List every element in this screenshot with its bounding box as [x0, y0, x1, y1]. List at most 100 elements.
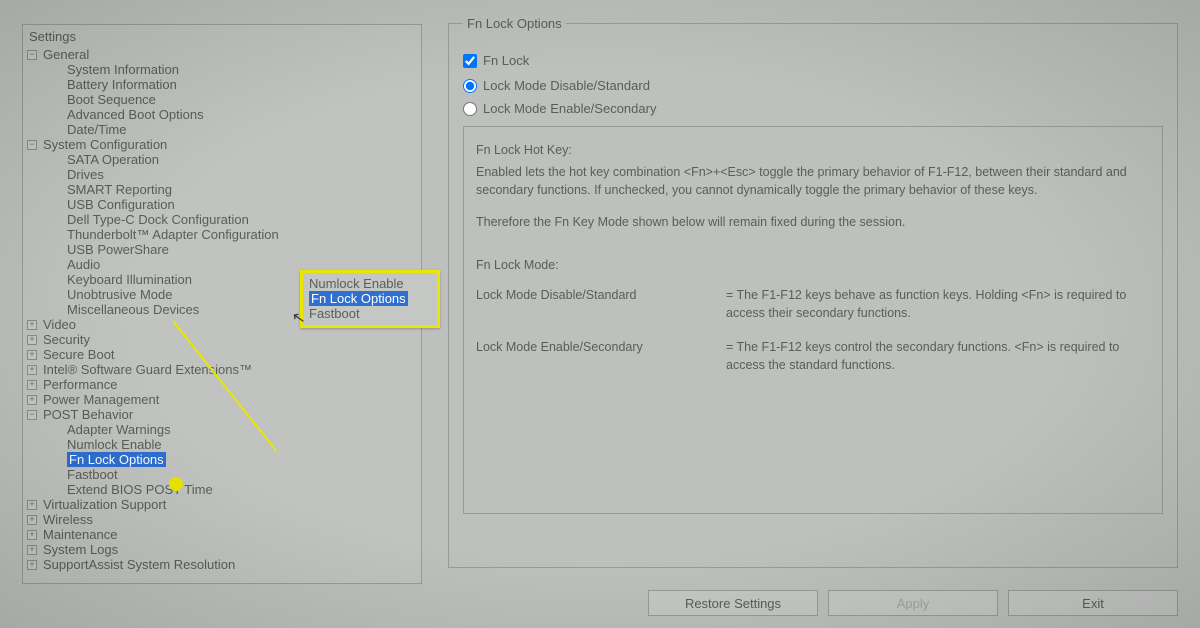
- tree-item-label: Fastboot: [67, 467, 118, 482]
- tree-category-label: Performance: [41, 377, 117, 392]
- tree-item[interactable]: Numlock Enable: [23, 437, 421, 452]
- expand-icon[interactable]: +: [27, 530, 37, 540]
- mode2-name: Lock Mode Enable/Secondary: [476, 338, 716, 374]
- tree-item-label: Advanced Boot Options: [67, 107, 204, 122]
- fn-lock-options-fieldset: Fn Lock Options Fn Lock Lock Mode Disabl…: [448, 16, 1178, 568]
- tree-item-label: Dell Type-C Dock Configuration: [67, 212, 249, 227]
- restore-settings-button[interactable]: Restore Settings: [648, 590, 818, 616]
- tree-category[interactable]: + Virtualization Support: [23, 497, 421, 512]
- fn-lock-checkbox[interactable]: [463, 54, 477, 68]
- tree-item-label: Date/Time: [67, 122, 126, 137]
- expand-icon[interactable]: +: [27, 365, 37, 375]
- collapse-icon[interactable]: −: [27, 410, 37, 420]
- tree-item[interactable]: Dell Type-C Dock Configuration: [23, 212, 421, 227]
- mode1-name: Lock Mode Disable/Standard: [476, 286, 716, 322]
- tree-category[interactable]: +Intel® Software Guard Extensions™: [23, 362, 421, 377]
- tree-item-label: Thunderbolt™ Adapter Configuration: [67, 227, 279, 242]
- expand-icon[interactable]: +: [27, 395, 37, 405]
- apply-button[interactable]: Apply: [828, 590, 998, 616]
- tree-category[interactable]: −POST Behavior: [23, 407, 421, 422]
- tree-item-label: Adapter Warnings: [67, 422, 171, 437]
- tree-item[interactable]: Advanced Boot Options: [23, 107, 421, 122]
- collapse-icon[interactable]: −: [27, 50, 37, 60]
- lock-mode-disable-radio-row[interactable]: Lock Mode Disable/Standard: [463, 78, 1163, 93]
- annotation-dot: [169, 477, 183, 491]
- fn-lock-checkbox-row[interactable]: Fn Lock: [463, 53, 1163, 68]
- tree-item-label: Miscellaneous Devices: [67, 302, 199, 317]
- tree-item-label: Battery Information: [67, 77, 177, 92]
- tree-item-label: SMART Reporting: [67, 182, 172, 197]
- tree-item[interactable]: SMART Reporting: [23, 182, 421, 197]
- tree-item-label: Drives: [67, 167, 104, 182]
- expand-icon[interactable]: +: [27, 335, 37, 345]
- tree-category[interactable]: + Power Management: [23, 392, 421, 407]
- tree-item-label: Extend BIOS POST Time: [67, 482, 213, 497]
- tree-category-label: Secure Boot: [41, 347, 115, 362]
- tree-item-label: Keyboard Illumination: [67, 272, 192, 287]
- tree-category[interactable]: + Secure Boot: [23, 347, 421, 362]
- description-box: Fn Lock Hot Key: Enabled lets the hot ke…: [463, 126, 1163, 514]
- expand-icon[interactable]: +: [27, 350, 37, 360]
- tree-item-label: System Information: [67, 62, 179, 77]
- button-bar: Restore Settings Apply Exit: [448, 590, 1178, 616]
- tree-category-label: Power Management: [41, 392, 159, 407]
- collapse-icon[interactable]: −: [27, 140, 37, 150]
- tree-category-label: SupportAssist System Resolution: [41, 557, 235, 572]
- expand-icon[interactable]: +: [27, 515, 37, 525]
- tree-category-label: Virtualization Support: [41, 497, 166, 512]
- lock-mode-enable-radio[interactable]: [463, 102, 477, 116]
- tree-category[interactable]: + System Logs: [23, 542, 421, 557]
- tree-category[interactable]: −System Configuration: [23, 137, 421, 152]
- tree-title: Settings: [23, 27, 421, 47]
- tree-category[interactable]: + Maintenance: [23, 527, 421, 542]
- tree-item[interactable]: Fn Lock Options: [23, 452, 421, 467]
- tree-item[interactable]: Fastboot: [23, 467, 421, 482]
- expand-icon[interactable]: +: [27, 560, 37, 570]
- tree-item[interactable]: Adapter Warnings: [23, 422, 421, 437]
- tree-item-label: Unobtrusive Mode: [67, 287, 173, 302]
- callout-item: Fastboot: [309, 306, 431, 321]
- callout-item-selected: Fn Lock Options: [309, 291, 408, 306]
- expand-icon[interactable]: +: [27, 380, 37, 390]
- desc-paragraph-2: Therefore the Fn Key Mode shown below wi…: [476, 213, 1150, 231]
- tree-category-label: System Logs: [41, 542, 118, 557]
- fieldset-legend: Fn Lock Options: [463, 16, 566, 31]
- tree-category[interactable]: + Wireless: [23, 512, 421, 527]
- tree-item-label: Fn Lock Options: [67, 452, 166, 467]
- tree-item[interactable]: Thunderbolt™ Adapter Configuration: [23, 227, 421, 242]
- tree-item[interactable]: Drives: [23, 167, 421, 182]
- mode2-text: The F1-F12 keys control the secondary fu…: [726, 338, 1150, 374]
- lock-mode-enable-radio-row[interactable]: Lock Mode Enable/Secondary: [463, 101, 1163, 116]
- tree-category-label: Security: [41, 332, 90, 347]
- tree-item-label: USB PowerShare: [67, 242, 169, 257]
- expand-icon[interactable]: +: [27, 320, 37, 330]
- expand-icon[interactable]: +: [27, 545, 37, 555]
- tree-item[interactable]: Battery Information: [23, 77, 421, 92]
- tree-item[interactable]: System Information: [23, 62, 421, 77]
- tree-category[interactable]: + SupportAssist System Resolution: [23, 557, 421, 572]
- tree-item-label: Boot Sequence: [67, 92, 156, 107]
- annotation-callout: Numlock Enable Fn Lock Options Fastboot: [300, 270, 440, 328]
- tree-item[interactable]: Extend BIOS POST Time: [23, 482, 421, 497]
- tree-item[interactable]: USB PowerShare: [23, 242, 421, 257]
- tree-item-label: Audio: [67, 257, 100, 272]
- tree-item-label: SATA Operation: [67, 152, 159, 167]
- tree-item-label: USB Configuration: [67, 197, 175, 212]
- lock-mode-disable-radio[interactable]: [463, 79, 477, 93]
- tree-category-label: Maintenance: [41, 527, 117, 542]
- tree-category[interactable]: −General: [23, 47, 421, 62]
- tree-item[interactable]: Boot Sequence: [23, 92, 421, 107]
- tree-item[interactable]: SATA Operation: [23, 152, 421, 167]
- tree-category[interactable]: + Security: [23, 332, 421, 347]
- callout-item: Fn Lock Options: [309, 291, 431, 306]
- exit-button[interactable]: Exit: [1008, 590, 1178, 616]
- lock-mode-disable-label: Lock Mode Disable/Standard: [483, 78, 650, 93]
- tree-item[interactable]: Date/Time: [23, 122, 421, 137]
- lock-mode-enable-label: Lock Mode Enable/Secondary: [483, 101, 656, 116]
- expand-icon[interactable]: +: [27, 500, 37, 510]
- tree-category-label: POST Behavior: [41, 407, 133, 422]
- desc-heading-1: Fn Lock Hot Key:: [476, 141, 1150, 159]
- tree-category-label: Wireless: [41, 512, 93, 527]
- callout-item: Numlock Enable: [309, 276, 431, 291]
- tree-item[interactable]: USB Configuration: [23, 197, 421, 212]
